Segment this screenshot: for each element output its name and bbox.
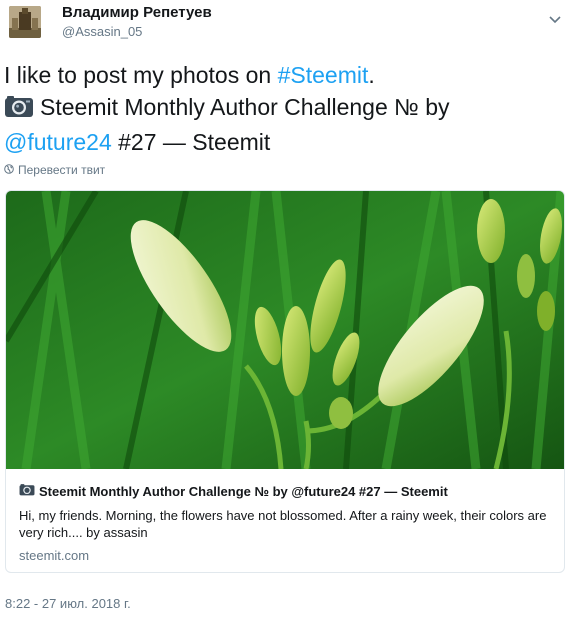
globe-icon [4, 163, 14, 177]
translate-label: Перевести твит [18, 163, 106, 177]
tweet-text-part: I like to post my photos on [4, 62, 278, 88]
card-description: Hi, my friends. Morning, the flowers hav… [19, 508, 547, 540]
link-card[interactable]: Steemit Monthly Author Challenge № by @f… [5, 190, 565, 573]
card-domain: steemit.com [19, 548, 90, 563]
tweet-text-part: Steemit Monthly Author Challenge № by [40, 94, 450, 120]
card-image [6, 191, 564, 469]
user-name[interactable]: Владимир Репетуев [62, 4, 212, 21]
tweet-text-part: . [368, 62, 375, 88]
card-title[interactable]: Steemit Monthly Author Challenge № by @f… [19, 483, 549, 499]
camera-icon [4, 94, 34, 126]
avatar[interactable] [9, 6, 41, 38]
hashtag-link[interactable]: #Steemit [278, 62, 369, 88]
translate-link[interactable]: Перевести твит [4, 163, 105, 177]
mention-link[interactable]: @future24 [4, 129, 112, 155]
tweet-text: I like to post my photos on #Steemit. St… [4, 59, 574, 158]
camera-icon [19, 483, 35, 499]
card-title-text: Steemit Monthly Author Challenge № by @f… [39, 483, 448, 499]
timestamp[interactable]: 8:22 - 27 июл. 2018 г. [5, 596, 131, 611]
user-handle[interactable]: @Assasin_05 [62, 24, 142, 39]
chevron-down-icon[interactable] [547, 11, 563, 27]
tweet-text-part: #27 — Steemit [111, 129, 271, 155]
